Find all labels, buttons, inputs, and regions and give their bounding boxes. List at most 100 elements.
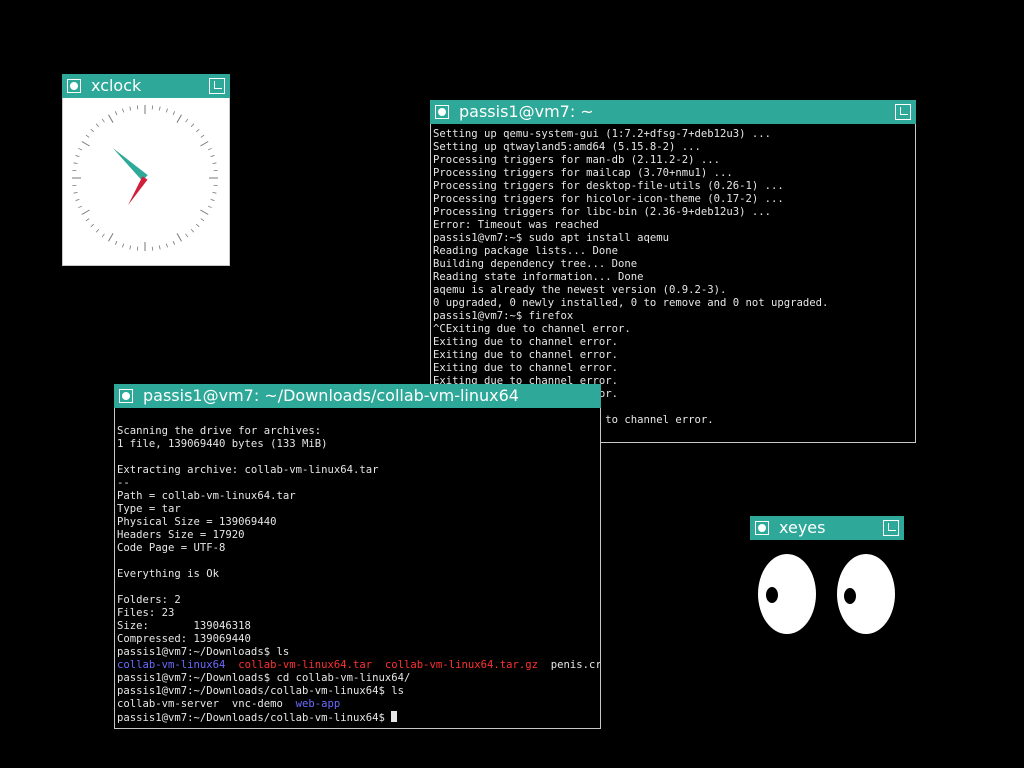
xclock-titlebar[interactable]: xclock: [62, 74, 230, 98]
maximize-icon[interactable]: [895, 104, 911, 120]
terminal-titlebar[interactable]: passis1@vm7: ~: [430, 100, 916, 124]
minute-tick: [185, 233, 189, 238]
terminal-line: Setting up qtwayland5:amd64 (5.15.8-2) .…: [433, 141, 701, 153]
terminal-output[interactable]: Scanning the drive for archives: 1 file, …: [114, 408, 601, 729]
hour-hand: [112, 147, 148, 181]
minute-tick: [85, 134, 90, 138]
xeyes-window[interactable]: xeyes: [750, 516, 904, 646]
minute-tick: [114, 240, 118, 245]
terminal-line: Reading state information... Done: [433, 271, 644, 283]
directory-entry[interactable]: web-app: [296, 698, 341, 710]
terminal-title: passis1@vm7: ~/Downloads/collab-vm-linux…: [143, 386, 519, 405]
terminal-line: Code Page = UTF-8: [117, 542, 226, 554]
minute-tick: [158, 245, 161, 250]
minute-tick: [101, 233, 105, 238]
terminal-line: Files: 23: [117, 607, 175, 619]
terminal-line: Building dependency tree... Done: [433, 258, 638, 270]
minute-tick: [73, 162, 78, 165]
minute-tick: [158, 106, 161, 111]
terminal-line: Reading package lists... Done: [433, 245, 618, 257]
minute-tick: [90, 128, 94, 133]
file-entry[interactable]: vnc-demo: [232, 698, 283, 710]
text-cursor: [391, 711, 398, 722]
terminal-line: ^CExiting due to channel error.: [433, 323, 631, 335]
minute-tick: [165, 243, 168, 248]
maximize-icon[interactable]: [209, 78, 225, 94]
hour-tick: [81, 209, 90, 215]
hour-tick: [81, 141, 90, 147]
window-menu-icon[interactable]: [755, 521, 769, 535]
minute-tick: [207, 147, 212, 151]
xeyes-titlebar[interactable]: xeyes: [750, 516, 904, 540]
minute-tick: [172, 240, 176, 245]
minute-tick: [73, 191, 78, 194]
terminal-line: Physical Size = 139069440: [117, 516, 277, 528]
minute-tick: [190, 229, 195, 233]
minute-hand: [128, 176, 148, 206]
minute-tick: [212, 162, 217, 165]
minute-tick: [78, 147, 83, 151]
minute-tick: [95, 229, 100, 233]
clock-dial: [72, 105, 218, 251]
terminal-line: Headers Size = 17920: [117, 529, 245, 541]
window-menu-icon[interactable]: [67, 79, 81, 93]
terminal-line: Extracting archive: collab-vm-linux64.ta…: [117, 464, 379, 476]
terminal-line: --: [117, 477, 130, 489]
minute-tick: [78, 205, 83, 209]
window-menu-icon[interactable]: [435, 105, 449, 119]
terminal-line: Exiting due to channel error.: [433, 336, 618, 348]
hour-tick: [176, 233, 182, 242]
archive-entry[interactable]: collab-vm-linux64.tar.gz: [385, 659, 538, 671]
clock-face: [62, 98, 230, 266]
minute-tick: [207, 205, 212, 209]
minute-tick: [122, 108, 125, 113]
file-entry[interactable]: penis.crt: [551, 659, 600, 671]
terminal-line: Type = tar: [117, 503, 181, 515]
window-menu-icon[interactable]: [119, 389, 133, 403]
minute-tick: [122, 243, 125, 248]
minute-tick: [90, 223, 94, 228]
minute-tick: [190, 123, 195, 127]
terminal-line: 1 file, 139069440 bytes (133 MiB): [117, 438, 328, 450]
eyes-icon: [758, 554, 895, 634]
minute-tick: [75, 155, 80, 158]
minute-tick: [196, 128, 200, 133]
shell-prompt: passis1@vm7:~/Downloads/collab-vm-linux6…: [117, 712, 392, 724]
hour-tick: [176, 114, 182, 123]
minute-tick: [185, 118, 189, 123]
terminal-line: Scanning the drive for archives:: [117, 425, 322, 437]
archive-entry[interactable]: collab-vm-linux64.tar: [238, 659, 372, 671]
minute-tick: [85, 218, 90, 222]
minute-tick: [165, 108, 168, 113]
minute-tick: [101, 118, 105, 123]
prompt-line[interactable]: passis1@vm7:~/Downloads/collab-vm-linux6…: [117, 711, 600, 724]
right-pupil: [844, 588, 856, 604]
terminal-line: Everything is Ok: [117, 568, 220, 580]
minute-tick: [210, 155, 215, 158]
xclock-window[interactable]: xclock: [62, 74, 230, 266]
hour-tick: [108, 233, 114, 242]
minute-tick: [95, 123, 100, 127]
terminal-line: Processing triggers for man-db (2.11.2-2…: [433, 154, 721, 166]
directory-entry[interactable]: collab-vm-linux64: [117, 659, 225, 671]
minute-tick: [212, 191, 217, 194]
terminal-line: Path = collab-vm-linux64.tar: [117, 490, 296, 502]
terminal-window-downloads[interactable]: passis1@vm7: ~/Downloads/collab-vm-linux…: [114, 384, 601, 729]
terminal-line: passis1@vm7:~/Downloads$ ls: [117, 646, 290, 658]
hour-tick: [200, 141, 209, 147]
maximize-icon[interactable]: [883, 520, 899, 536]
terminal-line: Processing triggers for hicolor-icon-the…: [433, 193, 784, 205]
minute-tick: [75, 198, 80, 201]
ls-output-line: collab-vm-server vnc-demo web-app: [117, 698, 600, 711]
file-entry[interactable]: collab-vm-server: [117, 698, 219, 710]
xeyes-title: xeyes: [779, 518, 826, 537]
terminal-titlebar[interactable]: passis1@vm7: ~/Downloads/collab-vm-linux…: [114, 384, 601, 408]
terminal-title: passis1@vm7: ~: [459, 102, 594, 121]
terminal-line: 0 upgraded, 0 newly installed, 0 to remo…: [433, 297, 829, 309]
hour-tick: [108, 114, 114, 123]
terminal-line: passis1@vm7:~$ sudo apt install aqemu: [433, 232, 669, 244]
